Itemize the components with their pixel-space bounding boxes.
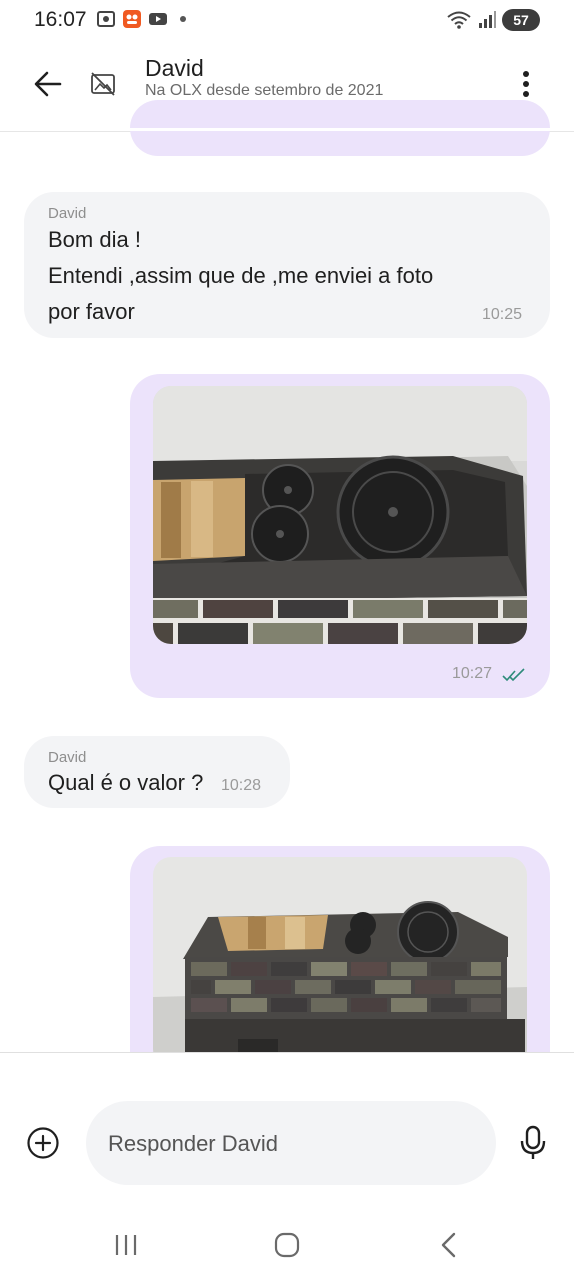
home-icon[interactable] xyxy=(273,1231,301,1259)
status-bar: 16:07 57 xyxy=(0,0,574,40)
composer-bar: Responder David xyxy=(0,1053,574,1213)
no-image-avatar-icon[interactable] xyxy=(90,72,116,96)
message-time: 10:25 xyxy=(482,306,523,323)
stove-photo-drawing xyxy=(153,386,527,644)
message-time: 10:27 xyxy=(452,665,493,682)
message-sender: David xyxy=(48,205,87,222)
system-icons: 57 xyxy=(446,9,540,31)
more-options-icon[interactable] xyxy=(514,68,538,100)
message-sender: David xyxy=(48,749,87,766)
back-arrow-icon[interactable] xyxy=(30,66,66,102)
battery-indicator: 57 xyxy=(502,9,540,31)
reply-input-placeholder: Responder David xyxy=(108,1131,278,1156)
notification-icons xyxy=(96,9,186,29)
signal-icon xyxy=(479,11,496,28)
status-time: 16:07 xyxy=(34,8,87,31)
microphone-icon[interactable] xyxy=(518,1125,548,1161)
message-text: Bom dia ! Entendi ,assim que de ,me envi… xyxy=(48,227,434,324)
app-notification-icon xyxy=(123,10,141,28)
stove-photo-2-drawing xyxy=(153,857,527,1067)
contact-subtitle: Na OLX desde setembro de 2021 xyxy=(145,82,384,99)
contact-name[interactable]: David xyxy=(145,55,204,82)
message-text: Qual é o valor ? xyxy=(48,770,204,795)
wifi-icon xyxy=(447,11,471,29)
nav-back-icon[interactable] xyxy=(438,1231,458,1259)
recent-apps-icon[interactable] xyxy=(113,1233,139,1257)
stove-photo[interactable] xyxy=(153,386,527,644)
youtube-icon xyxy=(149,13,167,25)
add-attachment-icon[interactable] xyxy=(26,1126,60,1160)
system-navigation-bar xyxy=(0,1213,574,1280)
more-notifications-dot xyxy=(180,16,186,22)
screenshot-icon xyxy=(97,11,115,27)
chat-header-mask xyxy=(0,128,574,131)
message-time: 10:28 xyxy=(221,777,262,794)
read-double-check-icon xyxy=(502,668,525,682)
stove-photo-2[interactable] xyxy=(153,857,527,1067)
